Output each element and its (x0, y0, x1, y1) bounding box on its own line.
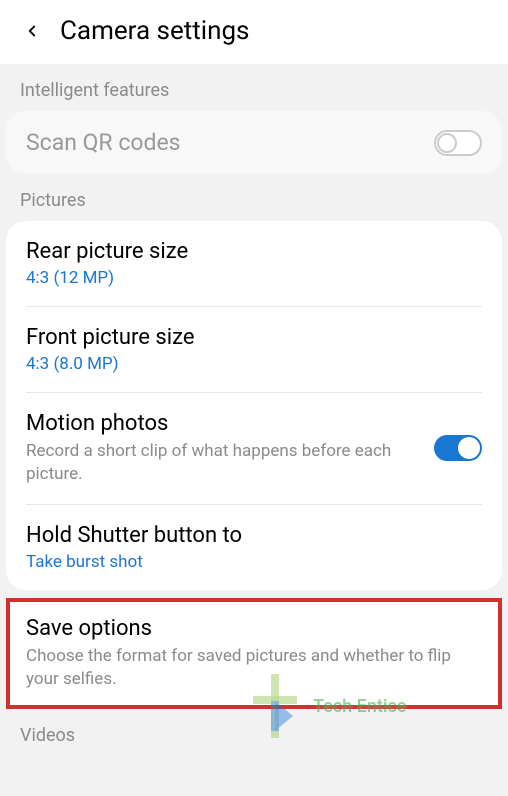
rear-picture-title: Rear picture size (26, 239, 482, 264)
motion-photos-item[interactable]: Motion photos Record a short clip of wha… (6, 393, 502, 504)
header: Camera settings (0, 0, 508, 64)
scan-qr-toggle[interactable] (434, 130, 482, 156)
back-icon[interactable] (20, 19, 44, 43)
hold-shutter-title: Hold Shutter button to (26, 523, 482, 548)
rear-picture-value: 4:3 (12 MP) (26, 268, 482, 288)
scan-qr-title: Scan QR codes (26, 129, 418, 156)
intelligent-features-card: Scan QR codes (6, 111, 502, 174)
front-picture-value: 4:3 (8.0 MP) (26, 354, 482, 374)
page-title: Camera settings (60, 16, 249, 46)
rear-picture-size-item[interactable]: Rear picture size 4:3 (12 MP) (6, 221, 502, 306)
pictures-card: Rear picture size 4:3 (12 MP) Front pict… (6, 221, 502, 590)
motion-photos-desc: Record a short clip of what happens befo… (26, 440, 418, 486)
watermark-text: Tech Entice (313, 696, 406, 717)
section-intelligent-features: Intelligent features (0, 64, 508, 111)
save-options-title: Save options (26, 616, 482, 641)
motion-photos-title: Motion photos (26, 411, 418, 436)
scan-qr-codes-item[interactable]: Scan QR codes (6, 111, 502, 174)
watermark: Tech Entice (245, 666, 406, 746)
watermark-logo-icon (245, 666, 305, 746)
motion-photos-toggle[interactable] (434, 435, 482, 461)
hold-shutter-value: Take burst shot (26, 552, 482, 572)
section-pictures: Pictures (0, 174, 508, 221)
front-picture-size-item[interactable]: Front picture size 4:3 (8.0 MP) (6, 307, 502, 392)
hold-shutter-item[interactable]: Hold Shutter button to Take burst shot (6, 505, 502, 590)
front-picture-title: Front picture size (26, 325, 482, 350)
